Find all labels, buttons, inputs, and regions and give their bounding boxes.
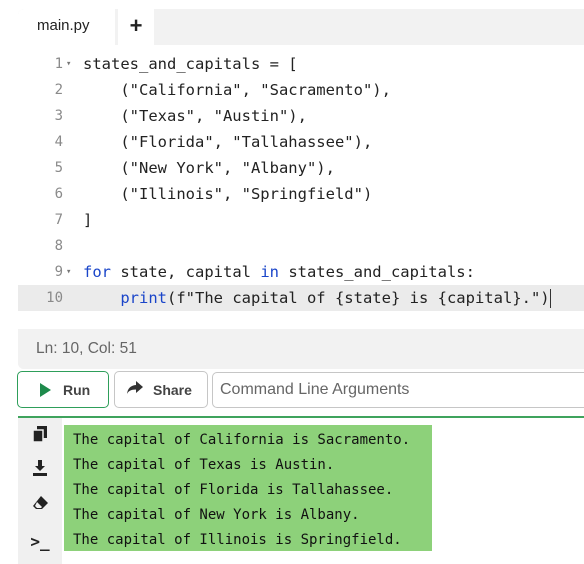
run-label: Run bbox=[63, 381, 91, 398]
code-line[interactable]: 7] bbox=[18, 207, 584, 233]
code-text: ("New York", "Albany"), bbox=[83, 159, 335, 177]
code-line[interactable]: 4 ("Florida", "Tallahassee"), bbox=[18, 129, 584, 155]
line-number: 9 bbox=[54, 264, 63, 280]
code-line[interactable]: 2 ("California", "Sacramento"), bbox=[18, 77, 584, 103]
code-line[interactable]: 3 ("Texas", "Austin"), bbox=[18, 103, 584, 129]
eraser-icon[interactable] bbox=[24, 496, 56, 515]
code-line[interactable]: 6 ("Illinois", "Springfield") bbox=[18, 181, 584, 207]
line-number: 8 bbox=[54, 238, 63, 254]
run-button[interactable]: Run bbox=[17, 371, 109, 408]
output-line: The capital of Texas is Austin. bbox=[73, 457, 335, 473]
output-toolbar: >_ bbox=[18, 418, 62, 564]
tab-main-py[interactable]: main.py bbox=[18, 9, 115, 45]
terminal-icon[interactable]: >_ bbox=[24, 532, 56, 551]
share-button[interactable]: Share bbox=[114, 371, 208, 408]
code-editor-panel: main.py + 1 ▾ states_and_capitals = [2 ("C… bbox=[18, 9, 584, 369]
share-label: Share bbox=[153, 381, 192, 398]
code-text: ("Illinois", "Springfield") bbox=[83, 185, 373, 203]
tab-bar: main.py + bbox=[18, 9, 584, 45]
line-number: 7 bbox=[54, 212, 63, 228]
share-icon bbox=[127, 381, 143, 398]
fold-chevron-icon[interactable]: ▾ bbox=[66, 51, 76, 77]
output-line: The capital of Illinois is Springfield. bbox=[73, 532, 402, 548]
line-number: 10 bbox=[46, 290, 63, 306]
code-text: ("California", "Sacramento"), bbox=[83, 81, 391, 99]
line-number: 2 bbox=[54, 82, 63, 98]
line-number: 1 bbox=[54, 56, 63, 72]
output-line: The capital of Florida is Tallahassee. bbox=[73, 482, 394, 498]
line-number: 4 bbox=[54, 134, 63, 150]
command-line-arguments-input[interactable] bbox=[212, 372, 584, 408]
output-line: The capital of California is Sacramento. bbox=[73, 432, 411, 448]
code-line[interactable]: 8 bbox=[18, 233, 584, 259]
fold-chevron-icon[interactable]: ▾ bbox=[66, 259, 76, 285]
line-number: 6 bbox=[54, 186, 63, 202]
line-number: 5 bbox=[54, 160, 63, 176]
code-text: for state, capital in states_and_capital… bbox=[83, 263, 475, 281]
download-icon[interactable] bbox=[24, 460, 56, 481]
play-icon bbox=[40, 382, 51, 397]
code-text: states_and_capitals = [ bbox=[83, 55, 298, 73]
line-number: 3 bbox=[54, 108, 63, 124]
code-text: ("Florida", "Tallahassee"), bbox=[83, 133, 373, 151]
code-text: print(f"The capital of {state} is {capit… bbox=[120, 289, 551, 308]
copy-icon[interactable] bbox=[24, 426, 56, 447]
text-cursor bbox=[549, 289, 551, 308]
code-area[interactable]: 1 ▾ states_and_capitals = [2 ("California"… bbox=[18, 45, 584, 329]
output-line: The capital of New York is Albany. bbox=[73, 507, 360, 523]
code-text: ] bbox=[83, 211, 93, 229]
code-line[interactable]: 10 print(f"The capital of {state} is {ca… bbox=[18, 285, 584, 311]
add-file-button[interactable]: + bbox=[118, 9, 154, 45]
code-line[interactable]: 9 ▾ for state, capital in states_and_capit… bbox=[18, 259, 584, 285]
code-text: ("Texas", "Austin"), bbox=[83, 107, 307, 125]
code-line[interactable]: 5 ("New York", "Albany"), bbox=[18, 155, 584, 181]
cursor-position-status: Ln: 10, Col: 51 bbox=[18, 329, 584, 369]
code-line[interactable]: 1 ▾ states_and_capitals = [ bbox=[18, 51, 584, 77]
